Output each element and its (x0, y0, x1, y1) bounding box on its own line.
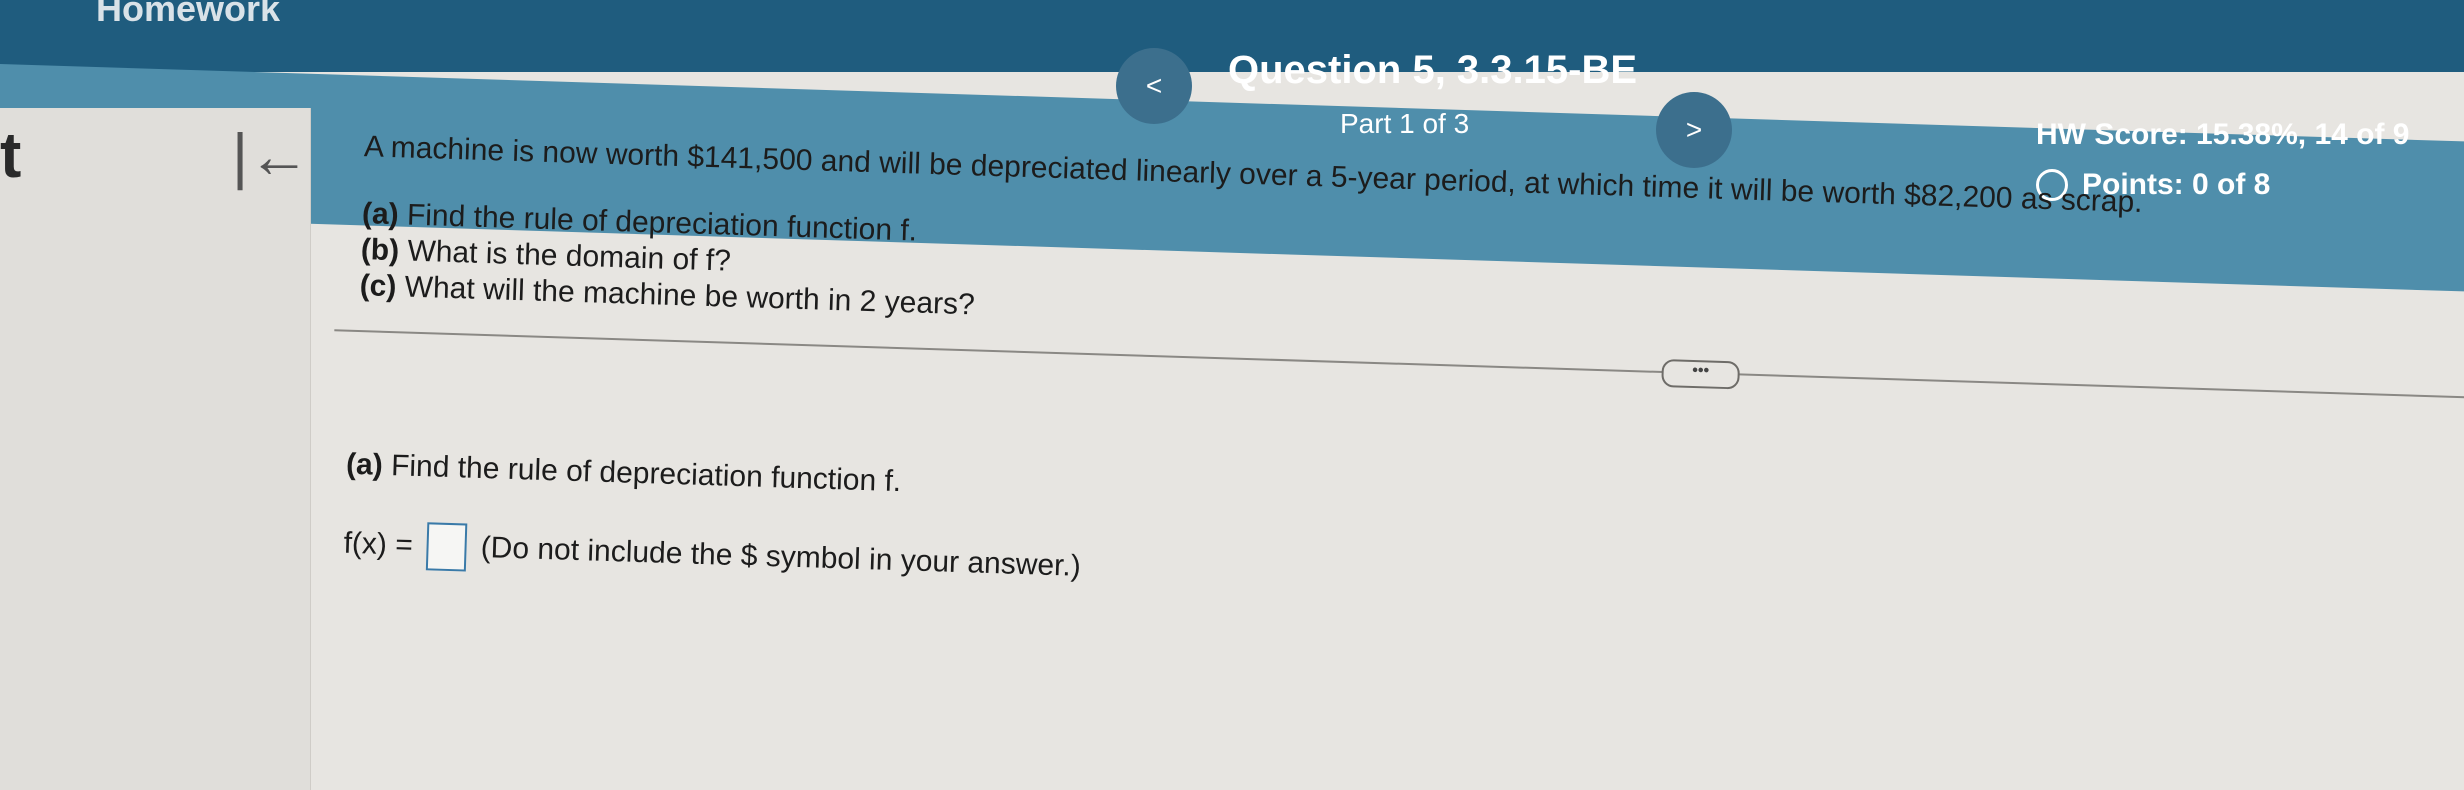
sidebar-letter: t (0, 119, 22, 191)
back-to-first-icon[interactable]: |← (232, 126, 310, 188)
answer-part-tag: (a) (345, 447, 384, 482)
answer-part-label: (a) Find the rule of depreciation functi… (346, 448, 902, 499)
previous-question-button[interactable]: < (1116, 48, 1192, 124)
part-tag: (a) (361, 197, 400, 232)
section-divider (334, 329, 2464, 399)
chevron-left-icon: < (1145, 70, 1163, 101)
function-label: f(x) = (343, 526, 414, 562)
question-part: Part 1 of 3 (1340, 108, 1470, 139)
answer-instruction: (Do not include the $ symbol in your ans… (480, 530, 1082, 583)
question-title: Question 5, 3.3.15-BE (1228, 48, 1638, 92)
hw-score: HW Score: 15.38%, 14 of 9 (2036, 118, 2410, 151)
answer-input[interactable] (426, 522, 468, 572)
chevron-right-icon: > (1685, 114, 1703, 145)
part-tag: (b) (360, 233, 400, 268)
problem-parts: (a) Find the rule of depreciation functi… (359, 196, 977, 323)
next-question-button[interactable]: > (1656, 92, 1732, 168)
part-tag: (c) (359, 269, 397, 304)
answer-part-prompt: Find the rule of depreciation function f… (390, 449, 902, 499)
left-sidebar (0, 108, 311, 790)
more-options-button[interactable]: ••• (1661, 359, 1741, 390)
answer-row: f(x) = (Do not include the $ symbol in y… (343, 520, 1082, 591)
homework-title: Homework (96, 0, 281, 29)
